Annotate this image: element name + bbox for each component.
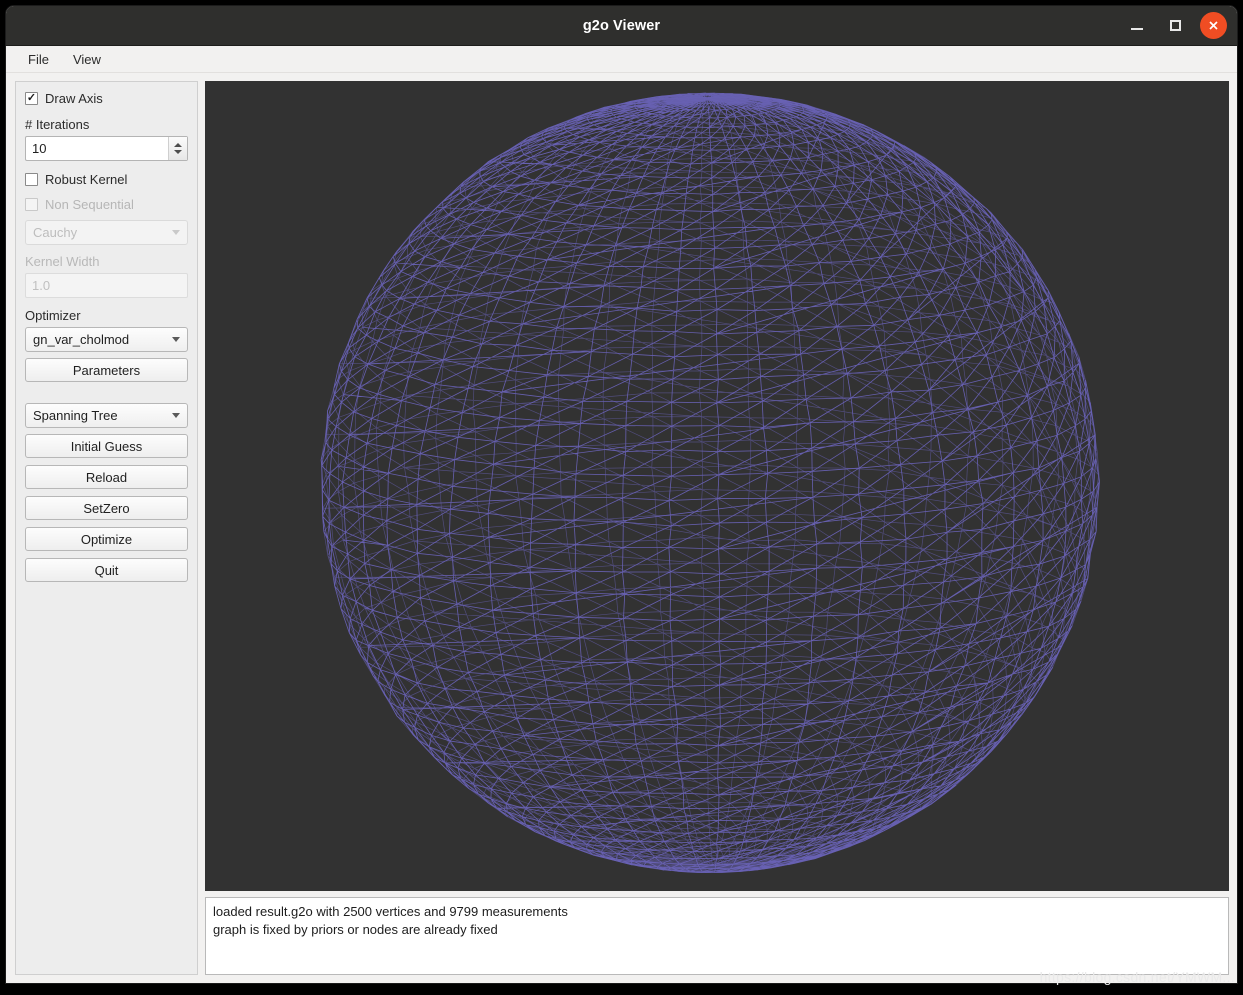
optimizer-dropdown[interactable]: gn_var_cholmod [25, 327, 188, 352]
quit-button[interactable]: Quit [25, 558, 188, 582]
optimizer-label: Optimizer [25, 308, 81, 323]
non-sequential-row: Non Sequential [25, 195, 188, 213]
kernel-type-value: Cauchy [33, 225, 78, 240]
optimize-button[interactable]: Optimize [25, 527, 188, 551]
maximize-icon [1169, 20, 1181, 31]
robust-kernel-label: Robust Kernel [45, 171, 128, 187]
optimizer-value: gn_var_cholmod [33, 332, 130, 347]
chevron-up-icon[interactable] [174, 143, 182, 147]
menu-item-file[interactable]: File [18, 49, 59, 70]
title-bar: g2o Viewer [6, 6, 1237, 46]
kernel-type-dropdown: Cauchy [25, 220, 188, 245]
minimize-button[interactable] [1124, 13, 1150, 39]
status-log-line: graph is fixed by priors or nodes are al… [213, 922, 498, 937]
maximize-button[interactable] [1162, 13, 1188, 39]
status-log: loaded result.g2o with 2500 vertices and… [205, 897, 1229, 975]
minimize-icon [1131, 28, 1143, 30]
gl-viewport[interactable] [205, 81, 1229, 891]
initial-guess-button[interactable]: Initial Guess [25, 434, 188, 458]
window-controls [1124, 6, 1227, 45]
setzero-button[interactable]: SetZero [25, 496, 188, 520]
init-method-dropdown[interactable]: Spanning Tree [25, 403, 188, 428]
chevron-down-icon[interactable] [174, 150, 182, 154]
robust-kernel-row[interactable]: Robust Kernel [25, 170, 188, 188]
iterations-label: # Iterations [25, 117, 90, 132]
content-area: ✓ Draw Axis # Iterations 10 Robust Kerne… [6, 73, 1237, 983]
draw-axis-row[interactable]: ✓ Draw Axis [25, 89, 188, 107]
kernel-width-input: 1.0 [25, 273, 188, 298]
status-log-line: loaded result.g2o with 2500 vertices and… [213, 904, 568, 919]
iterations-value[interactable]: 10 [26, 137, 168, 160]
draw-axis-label: Draw Axis [45, 90, 103, 106]
kernel-width-label: Kernel Width [25, 254, 100, 269]
window-title: g2o Viewer [582, 17, 661, 34]
right-column: loaded result.g2o with 2500 vertices and… [205, 81, 1229, 975]
parameters-button[interactable]: Parameters [25, 358, 188, 382]
iterations-spinbox[interactable]: 10 [25, 136, 188, 161]
reload-button[interactable]: Reload [25, 465, 188, 489]
draw-axis-checkbox[interactable]: ✓ [25, 91, 38, 105]
iterations-spin-arrows[interactable] [168, 137, 187, 160]
close-icon [1209, 21, 1218, 30]
non-sequential-label: Non Sequential [45, 196, 134, 212]
application-window: g2o Viewer File View ✓ Draw Axis # Itera… [6, 6, 1237, 983]
sphere-pose-graph-render [320, 92, 1100, 873]
init-method-value: Spanning Tree [33, 408, 118, 423]
menu-bar: File View [6, 46, 1237, 73]
chevron-down-icon [172, 230, 180, 235]
control-sidebar: ✓ Draw Axis # Iterations 10 Robust Kerne… [15, 81, 198, 975]
chevron-down-icon [172, 337, 180, 342]
close-button[interactable] [1200, 12, 1227, 39]
menu-item-view[interactable]: View [63, 49, 111, 70]
non-sequential-checkbox [25, 197, 38, 211]
robust-kernel-checkbox[interactable] [25, 172, 38, 186]
chevron-down-icon [172, 413, 180, 418]
check-icon: ✓ [26, 91, 37, 104]
